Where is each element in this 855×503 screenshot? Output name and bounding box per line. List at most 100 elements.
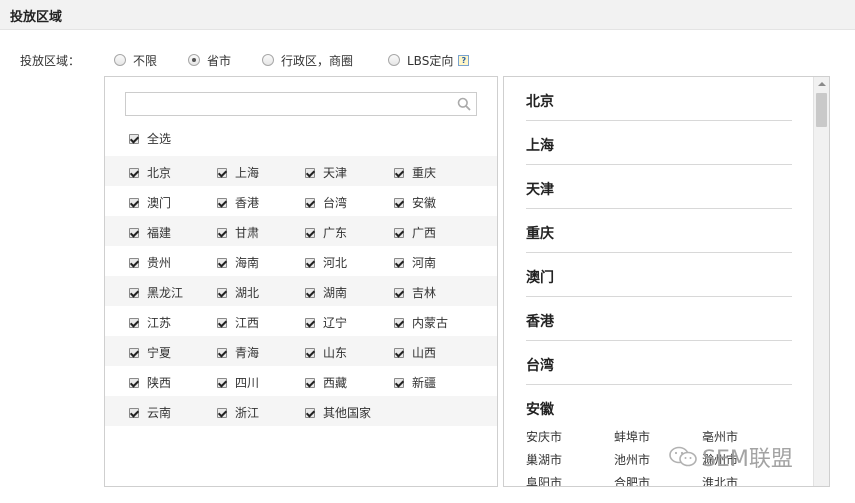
scrollbar-thumb[interactable] xyxy=(816,93,827,127)
city-item[interactable]: 合肥市 xyxy=(614,474,702,486)
province-search-input[interactable] xyxy=(126,93,446,115)
checkbox[interactable] xyxy=(305,167,315,178)
radio-district-business-circle[interactable]: 行政区，商圈 xyxy=(262,52,353,68)
province-item[interactable]: 广西 xyxy=(394,224,436,241)
radio-button[interactable] xyxy=(262,54,274,66)
selected-area-item[interactable]: 台湾 xyxy=(526,341,792,385)
radio-province-city[interactable]: 省市 xyxy=(188,52,231,68)
checkbox[interactable] xyxy=(394,317,404,328)
province-item[interactable]: 江苏 xyxy=(129,314,171,331)
search-icon[interactable] xyxy=(457,97,471,111)
checkbox[interactable] xyxy=(129,133,139,144)
province-item[interactable]: 安徽 xyxy=(394,194,436,211)
checkbox[interactable] xyxy=(305,257,315,268)
checkbox[interactable] xyxy=(217,287,227,298)
province-item[interactable]: 北京 xyxy=(129,164,171,181)
checkbox[interactable] xyxy=(129,197,139,208)
radio-button[interactable] xyxy=(114,54,126,66)
selected-area-item[interactable]: 重庆 xyxy=(526,209,792,253)
province-item[interactable]: 海南 xyxy=(217,254,259,271)
checkbox[interactable] xyxy=(394,257,404,268)
province-item[interactable]: 河北 xyxy=(305,254,347,271)
province-item[interactable]: 甘肃 xyxy=(217,224,259,241)
province-item[interactable]: 贵州 xyxy=(129,254,171,271)
selected-area-item[interactable]: 北京 xyxy=(526,77,792,121)
province-item[interactable]: 福建 xyxy=(129,224,171,241)
checkbox[interactable] xyxy=(217,347,227,358)
province-item[interactable]: 湖北 xyxy=(217,284,259,301)
city-item[interactable]: 阜阳市 xyxy=(526,474,614,486)
checkbox[interactable] xyxy=(217,197,227,208)
province-item[interactable]: 河南 xyxy=(394,254,436,271)
question-icon[interactable]: ? xyxy=(458,54,470,66)
province-item[interactable]: 澳门 xyxy=(129,194,171,211)
checkbox[interactable] xyxy=(305,287,315,298)
checkbox[interactable] xyxy=(129,377,139,388)
province-item[interactable]: 上海 xyxy=(217,164,259,181)
radio-unlimited[interactable]: 不限 xyxy=(114,52,157,68)
city-item[interactable]: 安庆市 xyxy=(526,428,614,445)
province-item[interactable]: 内蒙古 xyxy=(394,314,448,331)
province-item[interactable]: 黑龙江 xyxy=(129,284,183,301)
checkbox[interactable] xyxy=(217,317,227,328)
province-item[interactable]: 山西 xyxy=(394,344,436,361)
checkbox[interactable] xyxy=(305,197,315,208)
checkbox[interactable] xyxy=(129,227,139,238)
province-item[interactable]: 新疆 xyxy=(394,374,436,391)
checkbox[interactable] xyxy=(129,317,139,328)
province-item[interactable]: 宁夏 xyxy=(129,344,171,361)
checkbox[interactable] xyxy=(129,347,139,358)
province-item[interactable]: 浙江 xyxy=(217,404,259,421)
province-item[interactable]: 江西 xyxy=(217,314,259,331)
selected-area-item[interactable]: 天津 xyxy=(526,165,792,209)
province-item[interactable]: 湖南 xyxy=(305,284,347,301)
province-item[interactable]: 广东 xyxy=(305,224,347,241)
checkbox[interactable] xyxy=(305,227,315,238)
checkbox[interactable] xyxy=(394,347,404,358)
checkbox[interactable] xyxy=(394,167,404,178)
city-item[interactable]: 淮北市 xyxy=(702,474,790,486)
checkbox[interactable] xyxy=(305,407,315,418)
city-item[interactable]: 巢湖市 xyxy=(526,451,614,468)
checkbox[interactable] xyxy=(305,347,315,358)
checkbox[interactable] xyxy=(217,257,227,268)
province-item[interactable]: 香港 xyxy=(217,194,259,211)
selected-area-item[interactable]: 香港 xyxy=(526,297,792,341)
checkbox[interactable] xyxy=(129,167,139,178)
province-item[interactable]: 四川 xyxy=(217,374,259,391)
province-search-box[interactable] xyxy=(125,92,477,116)
checkbox[interactable] xyxy=(217,407,227,418)
checkbox[interactable] xyxy=(217,227,227,238)
checkbox[interactable] xyxy=(394,227,404,238)
checkbox[interactable] xyxy=(129,287,139,298)
radio-button[interactable] xyxy=(388,54,400,66)
scroll-up-arrow-icon[interactable] xyxy=(818,82,826,86)
province-item[interactable]: 天津 xyxy=(305,164,347,181)
province-item[interactable]: 云南 xyxy=(129,404,171,421)
province-item[interactable]: 台湾 xyxy=(305,194,347,211)
checkbox[interactable] xyxy=(305,317,315,328)
radio-label: 不限 xyxy=(133,53,158,68)
vertical-scrollbar[interactable] xyxy=(813,77,829,486)
radio-lbs-targeting[interactable]: LBS定向 ? xyxy=(388,52,470,68)
selected-area-item[interactable]: 上海 xyxy=(526,121,792,165)
province-item[interactable]: 吉林 xyxy=(394,284,436,301)
province-item[interactable]: 其他国家 xyxy=(305,404,371,421)
province-item[interactable]: 山东 xyxy=(305,344,347,361)
checkbox[interactable] xyxy=(394,287,404,298)
checkbox[interactable] xyxy=(129,407,139,418)
province-item[interactable]: 陕西 xyxy=(129,374,171,391)
checkbox[interactable] xyxy=(305,377,315,388)
radio-button-selected[interactable] xyxy=(188,54,200,66)
select-all-checkbox[interactable]: 全选 xyxy=(129,130,171,147)
checkbox[interactable] xyxy=(217,377,227,388)
checkbox[interactable] xyxy=(129,257,139,268)
province-item[interactable]: 西藏 xyxy=(305,374,347,391)
checkbox[interactable] xyxy=(217,167,227,178)
checkbox[interactable] xyxy=(394,197,404,208)
province-item[interactable]: 重庆 xyxy=(394,164,436,181)
checkbox[interactable] xyxy=(394,377,404,388)
province-item[interactable]: 辽宁 xyxy=(305,314,347,331)
province-item[interactable]: 青海 xyxy=(217,344,259,361)
selected-area-item[interactable]: 澳门 xyxy=(526,253,792,297)
